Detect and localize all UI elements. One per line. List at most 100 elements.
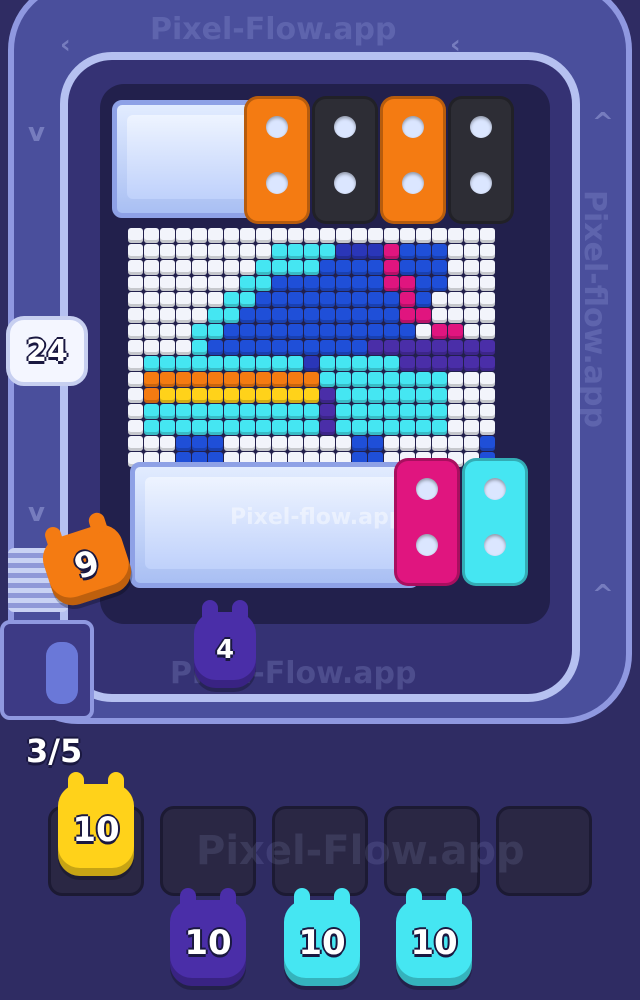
peg-hole-icon — [266, 172, 288, 195]
pixel-cell — [384, 356, 399, 371]
pixel-cell — [128, 356, 143, 371]
pixel-cell — [224, 244, 239, 259]
pixel-cell — [480, 340, 495, 355]
peg-orange[interactable] — [380, 96, 446, 224]
pixel-cell — [144, 228, 159, 243]
pixel-cell — [368, 372, 383, 387]
slot-blob[interactable]: 10 — [58, 772, 134, 876]
pixel-cell — [240, 404, 255, 419]
pixel-cell — [160, 372, 175, 387]
watermark-right: Pixel-flow.app — [577, 190, 612, 428]
pixel-cell — [192, 228, 207, 243]
pixel-cell — [224, 436, 239, 451]
blob-ear — [334, 888, 350, 908]
pixel-cell — [208, 228, 223, 243]
pixel-cell — [304, 388, 319, 403]
pixel-cell — [208, 356, 223, 371]
pixel-cell — [176, 340, 191, 355]
pixel-cell — [400, 228, 415, 243]
pixel-cell — [448, 420, 463, 435]
pixel-cell — [320, 436, 335, 451]
pixel-cell — [464, 404, 479, 419]
queue-counter: 3/5 — [26, 732, 83, 770]
peg-black[interactable] — [312, 96, 378, 224]
pixel-cell — [288, 276, 303, 291]
pixel-cell — [272, 420, 287, 435]
chevron-down-icon: v — [28, 118, 45, 148]
pixel-cell — [256, 292, 271, 307]
waiting-blob[interactable]: 10 — [284, 888, 360, 986]
peg-orange[interactable] — [244, 96, 310, 224]
pixel-cell — [384, 260, 399, 275]
peg-magenta[interactable] — [394, 458, 460, 586]
pixel-cell — [368, 404, 383, 419]
pixel-cell — [208, 436, 223, 451]
pixel-cell — [464, 260, 479, 275]
pixel-cell — [352, 356, 367, 371]
pixel-cell — [464, 244, 479, 259]
pixel-cell — [336, 356, 351, 371]
pixel-cell — [464, 340, 479, 355]
pixel-cell — [480, 372, 495, 387]
peg-hole-icon — [416, 478, 438, 501]
waiting-blob[interactable]: 10 — [396, 888, 472, 986]
pixel-cell — [400, 276, 415, 291]
pixel-cell — [400, 420, 415, 435]
pixel-cell — [144, 260, 159, 275]
pixel-cell — [160, 356, 175, 371]
waiting-blob[interactable]: 10 — [170, 888, 246, 986]
pixel-cell — [400, 244, 415, 259]
pixel-cell — [448, 292, 463, 307]
pixel-cell — [432, 244, 447, 259]
pixel-cell — [400, 388, 415, 403]
pixel-cell — [160, 420, 175, 435]
pixel-cell — [416, 324, 431, 339]
pixel-cell — [192, 388, 207, 403]
pixel-cell — [352, 324, 367, 339]
conveyor-blob[interactable]: 4 — [194, 600, 256, 688]
pixel-cell — [432, 404, 447, 419]
pixel-cell — [192, 436, 207, 451]
pixel-cell — [240, 292, 255, 307]
pixel-cell — [432, 260, 447, 275]
pixel-cell — [384, 388, 399, 403]
pixel-cell — [336, 340, 351, 355]
watermark-tray: Pixel-flow.app — [230, 505, 405, 530]
pixel-cell — [176, 260, 191, 275]
waiting-blob-value: 10 — [298, 923, 346, 963]
pixel-cell — [320, 324, 335, 339]
waiting-blob-value: 10 — [184, 923, 232, 963]
pixel-cell — [160, 404, 175, 419]
pixel-cell — [256, 340, 271, 355]
pixel-cell — [272, 340, 287, 355]
pixel-cell — [288, 260, 303, 275]
blob-ear — [294, 888, 310, 908]
pixel-cell — [400, 340, 415, 355]
pixel-cell — [352, 388, 367, 403]
pixel-cell — [368, 324, 383, 339]
pixel-cell — [128, 308, 143, 323]
peg-black[interactable] — [448, 96, 514, 224]
pixel-cell — [432, 372, 447, 387]
pixel-cell — [352, 276, 367, 291]
pixel-cell — [384, 404, 399, 419]
watermark-slots: Pixel-Flow.app — [196, 828, 525, 874]
peg-hole-icon — [266, 116, 288, 139]
pixel-cell — [208, 244, 223, 259]
pixel-cell — [208, 260, 223, 275]
peg-cyan[interactable] — [462, 458, 528, 586]
pixel-cell — [272, 404, 287, 419]
pixel-cell — [272, 436, 287, 451]
pixel-cell — [336, 228, 351, 243]
conveyor-blob-value: 4 — [215, 635, 235, 665]
pixel-cell — [224, 228, 239, 243]
pixel-cell — [320, 372, 335, 387]
blob-ear — [202, 600, 218, 620]
pixel-cell — [352, 260, 367, 275]
pixel-cell — [144, 292, 159, 307]
pixel-cell — [288, 228, 303, 243]
shooter-counter[interactable]: 24 — [6, 316, 88, 386]
pixel-cell — [240, 228, 255, 243]
pixel-cell — [240, 420, 255, 435]
pixel-cell — [240, 276, 255, 291]
